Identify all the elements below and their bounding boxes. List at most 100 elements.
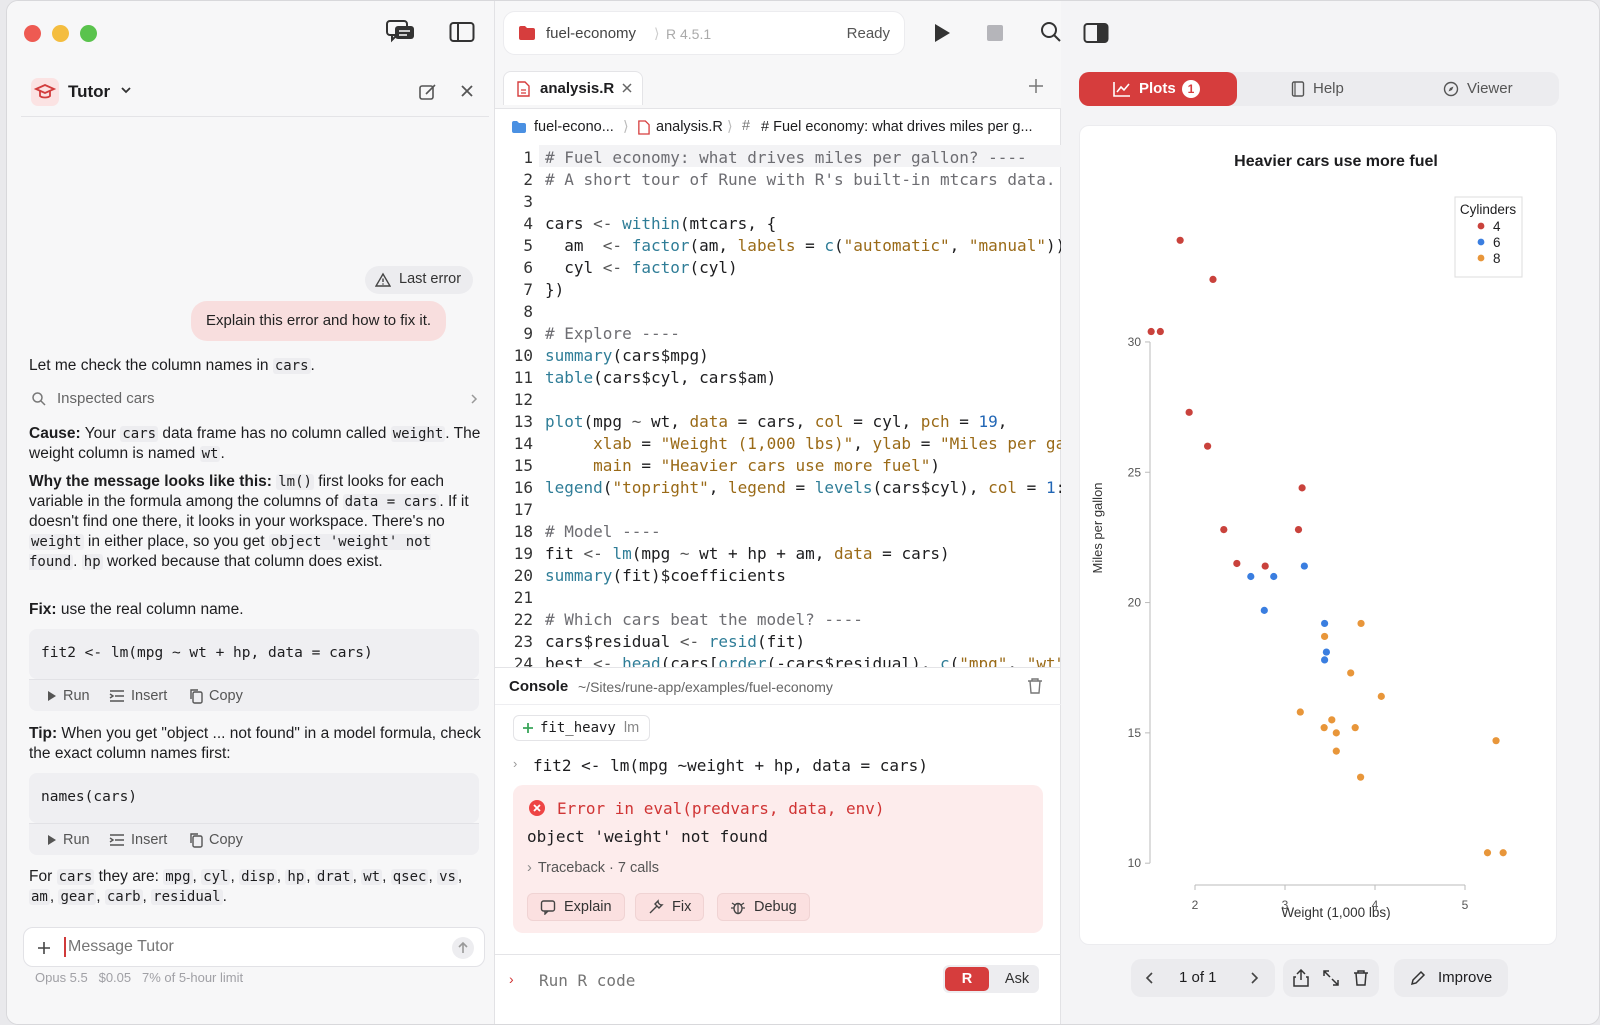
env-chip-type: lm [623,720,640,736]
insert-icon [109,834,124,846]
fix-paragraph: Fix: use the real column name. [29,600,485,620]
line-number: 14 [513,434,533,453]
console-input[interactable] [539,967,919,993]
columns-paragraph: For cars they are: mpg, cyl, disp, hp, d… [29,867,485,907]
message-input[interactable] [68,935,428,959]
column-name: vs [437,869,458,885]
debug-button[interactable]: Debug [717,893,810,921]
r-version: R 4.5.1 [666,26,712,42]
chevron-right-icon[interactable] [1249,971,1259,985]
intro-end: . [310,357,315,374]
app-window: Tutor Last error Explain this error and … [6,0,1600,1025]
cause-t1: Your [80,425,121,442]
line-number: 19 [513,544,533,563]
chevron-down-icon[interactable] [119,83,133,97]
plot-actions [1283,959,1379,997]
code-names-text: names(cars) [41,789,138,805]
zoom-window-button[interactable] [80,25,97,42]
data-point [1321,619,1329,628]
add-attachment-icon[interactable] [36,940,52,956]
traceback-toggle[interactable]: › Traceback · 7 calls [527,860,659,876]
error-icon [528,799,546,817]
breadcrumb-section[interactable]: # Fuel economy: what drives miles per g.… [761,119,1033,135]
explain-button[interactable]: Explain [527,893,625,921]
line-number: 5 [523,236,533,255]
chat-bubbles-icon[interactable] [386,19,416,45]
env-chip[interactable]: fit_heavy lm [513,715,651,741]
copy-code-button[interactable]: Copy [189,688,243,704]
inspected-cars-row[interactable]: Inspected cars [29,389,479,411]
tutor-panel: Tutor Last error Explain this error and … [7,1,495,1024]
breadcrumb-folder[interactable]: fuel-econo... [534,119,614,135]
prompt-chevron-icon: › [513,756,518,771]
improve-button[interactable]: Improve [1394,959,1508,997]
user-message-text: Explain this error and how to fix it. [206,312,432,329]
data-point [1296,708,1304,716]
tab-help[interactable]: Help [1239,72,1399,106]
data-point [1499,849,1507,857]
run-code-button[interactable]: Run [47,688,90,704]
line-number: 2 [523,170,533,189]
tab-plots[interactable]: Plots 1 [1079,72,1237,106]
copy-code-button[interactable]: Copy [189,832,243,848]
data-point [1328,716,1336,724]
folder-icon [511,120,527,134]
code-line: xlab = "Weight (1,000 lbs)", ylab = "Mil… [593,434,1061,453]
cause-t2: data frame has no column called [158,425,391,442]
column-name: gear [58,889,97,905]
send-arrow-icon[interactable] [452,937,474,959]
why-t4: . [73,553,82,570]
cause-label: Cause: [29,425,81,442]
layout-toggle-icon[interactable] [1083,22,1109,44]
legend-title: Cylinders [1460,202,1517,217]
hash-icon: # [742,118,751,134]
insert-code-button[interactable]: Insert [109,688,167,704]
intro-code: cars [272,358,311,374]
code-editor[interactable]: 1 # Fuel economy: what drives miles per g… [495,145,1061,667]
cols-t1: For [29,868,57,885]
why-t3: in either place, so you get [83,533,269,550]
share-icon[interactable] [1293,969,1309,987]
project-name[interactable]: fuel-economy [546,25,636,42]
column-sep: , [352,868,362,885]
expand-icon[interactable] [1322,969,1340,987]
console-label[interactable]: Console [509,678,568,695]
trash-icon[interactable] [1027,677,1043,695]
data-point [1321,656,1329,664]
data-point [1357,773,1365,781]
mode-ask-button[interactable]: Ask [999,967,1035,991]
breadcrumb-file[interactable]: analysis.R [656,119,723,135]
close-tab-icon[interactable] [621,82,633,94]
code-block-fix: fit2 <- lm(mpg ~ wt + hp, data = cars) [29,629,479,679]
sidebar-toggle-icon[interactable] [449,21,475,43]
code-line: main = "Heavier cars use more fuel") [593,456,940,475]
trash-icon[interactable] [1353,969,1369,987]
chevron-left-icon[interactable] [1145,971,1155,985]
play-icon[interactable] [933,23,951,43]
tab-analysis-r[interactable]: analysis.R [503,71,643,105]
r-file-icon [516,81,530,97]
tab-viewer[interactable]: Viewer [1399,72,1559,106]
cause-paragraph: Cause: Your cars data frame has no colum… [29,424,485,464]
why-c2: data = cars [342,494,440,510]
data-point [1298,484,1306,492]
y-tick-label: 15 [1128,726,1142,740]
mode-r-button[interactable]: R [945,967,989,991]
minimize-window-button[interactable] [52,25,69,42]
plus-icon[interactable] [1028,78,1044,94]
code-actions-names: Run Insert Copy [29,823,479,855]
last-error-chip[interactable]: Last error [365,266,474,294]
fix-button[interactable]: Fix [635,893,705,921]
search-icon[interactable] [1040,21,1062,43]
x-axis-label: Weight (1,000 lbs) [1281,905,1390,920]
close-window-button[interactable] [24,25,41,42]
debug-label: Debug [754,899,797,915]
run-code-button[interactable]: Run [47,832,90,848]
close-icon[interactable] [458,82,476,100]
insert-code-button[interactable]: Insert [109,832,167,848]
why-paragraph: Why the message looks like this: lm() fi… [29,472,485,572]
tab-help-label: Help [1313,80,1344,97]
tutor-title[interactable]: Tutor [68,82,110,102]
stop-icon[interactable] [986,24,1004,42]
new-chat-icon[interactable] [418,82,438,102]
